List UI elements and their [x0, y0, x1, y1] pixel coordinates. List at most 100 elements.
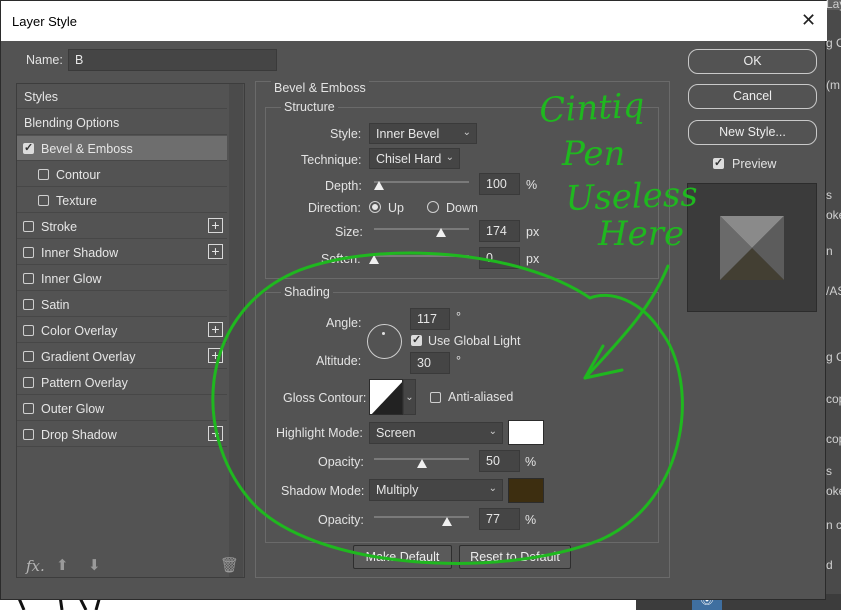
style-item-checkbox[interactable]: [38, 195, 49, 206]
style-item-drop-shadow[interactable]: Drop Shadow +: [17, 422, 227, 447]
use-global-light-checkbox[interactable]: [411, 333, 422, 346]
size-slider-thumb[interactable]: [435, 228, 446, 237]
bg-text-6: /AS: [826, 284, 841, 298]
background-side-texts: g O (m s oke n /AS g C cop cop s oke n c…: [826, 0, 841, 610]
style-item-checkbox[interactable]: [23, 403, 34, 414]
shadow-color-swatch[interactable]: [508, 478, 544, 503]
soften-slider-track[interactable]: [374, 255, 469, 257]
dialog-titlebar: Layer Style ✕: [1, 1, 827, 41]
style-item-outer-glow[interactable]: Outer Glow: [17, 396, 227, 421]
highlight-opacity-thumb[interactable]: [416, 459, 427, 468]
chevron-down-icon: ⌄: [462, 127, 471, 138]
shadow-opacity-thumb[interactable]: [442, 517, 453, 526]
style-item-pattern-overlay[interactable]: Pattern Overlay: [17, 370, 227, 395]
arrow-down-icon[interactable]: ⬇: [88, 556, 101, 574]
technique-select-value: Chisel Hard: [376, 152, 442, 166]
make-default-button[interactable]: Make Default: [353, 545, 452, 569]
style-item-texture[interactable]: Texture: [17, 188, 227, 213]
preview-checkbox[interactable]: [713, 156, 724, 169]
soften-slider-thumb[interactable]: [369, 255, 379, 264]
style-item-checkbox[interactable]: [23, 351, 34, 362]
style-item-bevel-emboss[interactable]: Bevel & Emboss: [17, 136, 227, 161]
add-style-plus-icon[interactable]: +: [208, 348, 223, 363]
gloss-contour-picker[interactable]: [369, 379, 403, 415]
highlight-mode-value: Screen: [376, 426, 416, 440]
shadow-mode-label: Shadow Mode:: [281, 484, 365, 498]
style-item-stroke[interactable]: Stroke +: [17, 214, 227, 239]
trash-icon[interactable]: 🗑: [220, 556, 239, 574]
add-style-plus-icon[interactable]: +: [208, 244, 223, 259]
add-style-plus-icon[interactable]: +: [208, 322, 223, 337]
styles-list-scrollbar[interactable]: [229, 84, 243, 577]
style-item-checkbox[interactable]: [23, 247, 34, 258]
style-item-gradient-overlay[interactable]: Gradient Overlay +: [17, 344, 227, 369]
style-select[interactable]: Inner Bevel ⌄: [369, 123, 477, 144]
ok-button[interactable]: OK: [688, 49, 817, 74]
bg-text-12: n c: [826, 518, 841, 532]
reset-to-default-button[interactable]: Reset to Default: [459, 545, 571, 569]
angle-dial[interactable]: [367, 324, 402, 359]
style-item-label: Satin: [41, 298, 70, 312]
gloss-contour-dropdown[interactable]: ⌄: [403, 379, 416, 415]
style-item-checkbox[interactable]: [23, 429, 34, 440]
style-item-inner-glow[interactable]: Inner Glow: [17, 266, 227, 291]
angle-degree: °: [456, 310, 461, 324]
style-item-label: Contour: [56, 168, 101, 182]
gloss-contour-label: Gloss Contour:: [283, 391, 367, 405]
style-item-checkbox[interactable]: [38, 169, 49, 180]
size-slider-track[interactable]: [374, 228, 469, 230]
altitude-field[interactable]: 30: [410, 352, 450, 374]
depth-label: Depth:: [325, 179, 362, 193]
close-icon[interactable]: ✕: [801, 10, 816, 31]
depth-slider-track[interactable]: [374, 181, 469, 183]
depth-unit: %: [526, 178, 538, 192]
style-item-satin[interactable]: Satin: [17, 292, 227, 317]
soften-field[interactable]: 0: [479, 247, 520, 269]
depth-field[interactable]: 100: [479, 173, 520, 195]
highlight-mode-select[interactable]: Screen ⌄: [369, 422, 503, 444]
shadow-mode-select[interactable]: Multiply ⌄: [369, 479, 503, 501]
dialog-title: Layer Style: [12, 14, 78, 29]
direction-up-radio[interactable]: [369, 201, 381, 213]
size-field[interactable]: 174: [479, 220, 520, 242]
angle-field[interactable]: 117: [410, 308, 450, 330]
highlight-opacity-unit: %: [525, 455, 537, 469]
highlight-opacity-field[interactable]: 50: [479, 450, 520, 472]
styles-header[interactable]: Styles: [17, 84, 227, 109]
anti-aliased-label: Anti-aliased: [448, 390, 514, 404]
highlight-color-swatch[interactable]: [508, 420, 544, 445]
add-style-plus-icon[interactable]: +: [208, 426, 223, 441]
style-item-contour[interactable]: Contour: [17, 162, 227, 187]
style-item-checkbox[interactable]: [23, 141, 34, 154]
shadow-opacity-track[interactable]: [374, 516, 469, 518]
add-style-plus-icon[interactable]: +: [208, 218, 223, 233]
anti-aliased-checkbox[interactable]: [430, 392, 441, 403]
style-item-label: Inner Shadow: [41, 246, 119, 260]
new-style-button[interactable]: New Style...: [688, 120, 817, 145]
structure-title: Structure: [281, 100, 338, 114]
style-item-color-overlay[interactable]: Color Overlay +: [17, 318, 227, 343]
depth-slider-thumb[interactable]: [373, 181, 384, 190]
arrow-up-icon[interactable]: ⬆: [56, 556, 69, 574]
bg-text-5: n: [826, 244, 833, 258]
blending-options-item[interactable]: Blending Options: [17, 110, 227, 135]
shadow-opacity-field[interactable]: 77: [479, 508, 520, 530]
chevron-down-icon: ⌄: [445, 152, 454, 163]
technique-select[interactable]: Chisel Hard ⌄: [369, 148, 460, 169]
cancel-button[interactable]: Cancel: [688, 84, 817, 109]
style-item-checkbox[interactable]: [23, 299, 34, 310]
style-item-inner-shadow[interactable]: Inner Shadow +: [17, 240, 227, 265]
name-field[interactable]: B: [68, 49, 277, 71]
direction-down-radio[interactable]: [427, 201, 439, 213]
bg-text-11: oke: [826, 484, 841, 498]
style-item-label: Gradient Overlay: [41, 350, 136, 364]
bg-text-7: g C: [826, 350, 841, 364]
fx-icon[interactable]: fx.: [26, 557, 45, 575]
style-item-label: Drop Shadow: [41, 428, 117, 442]
soften-label: Soften:: [321, 252, 361, 266]
style-item-checkbox[interactable]: [23, 273, 34, 284]
style-item-checkbox[interactable]: [23, 221, 34, 232]
style-item-checkbox[interactable]: [23, 325, 34, 336]
style-item-label: Outer Glow: [41, 402, 105, 416]
style-item-checkbox[interactable]: [23, 377, 34, 388]
